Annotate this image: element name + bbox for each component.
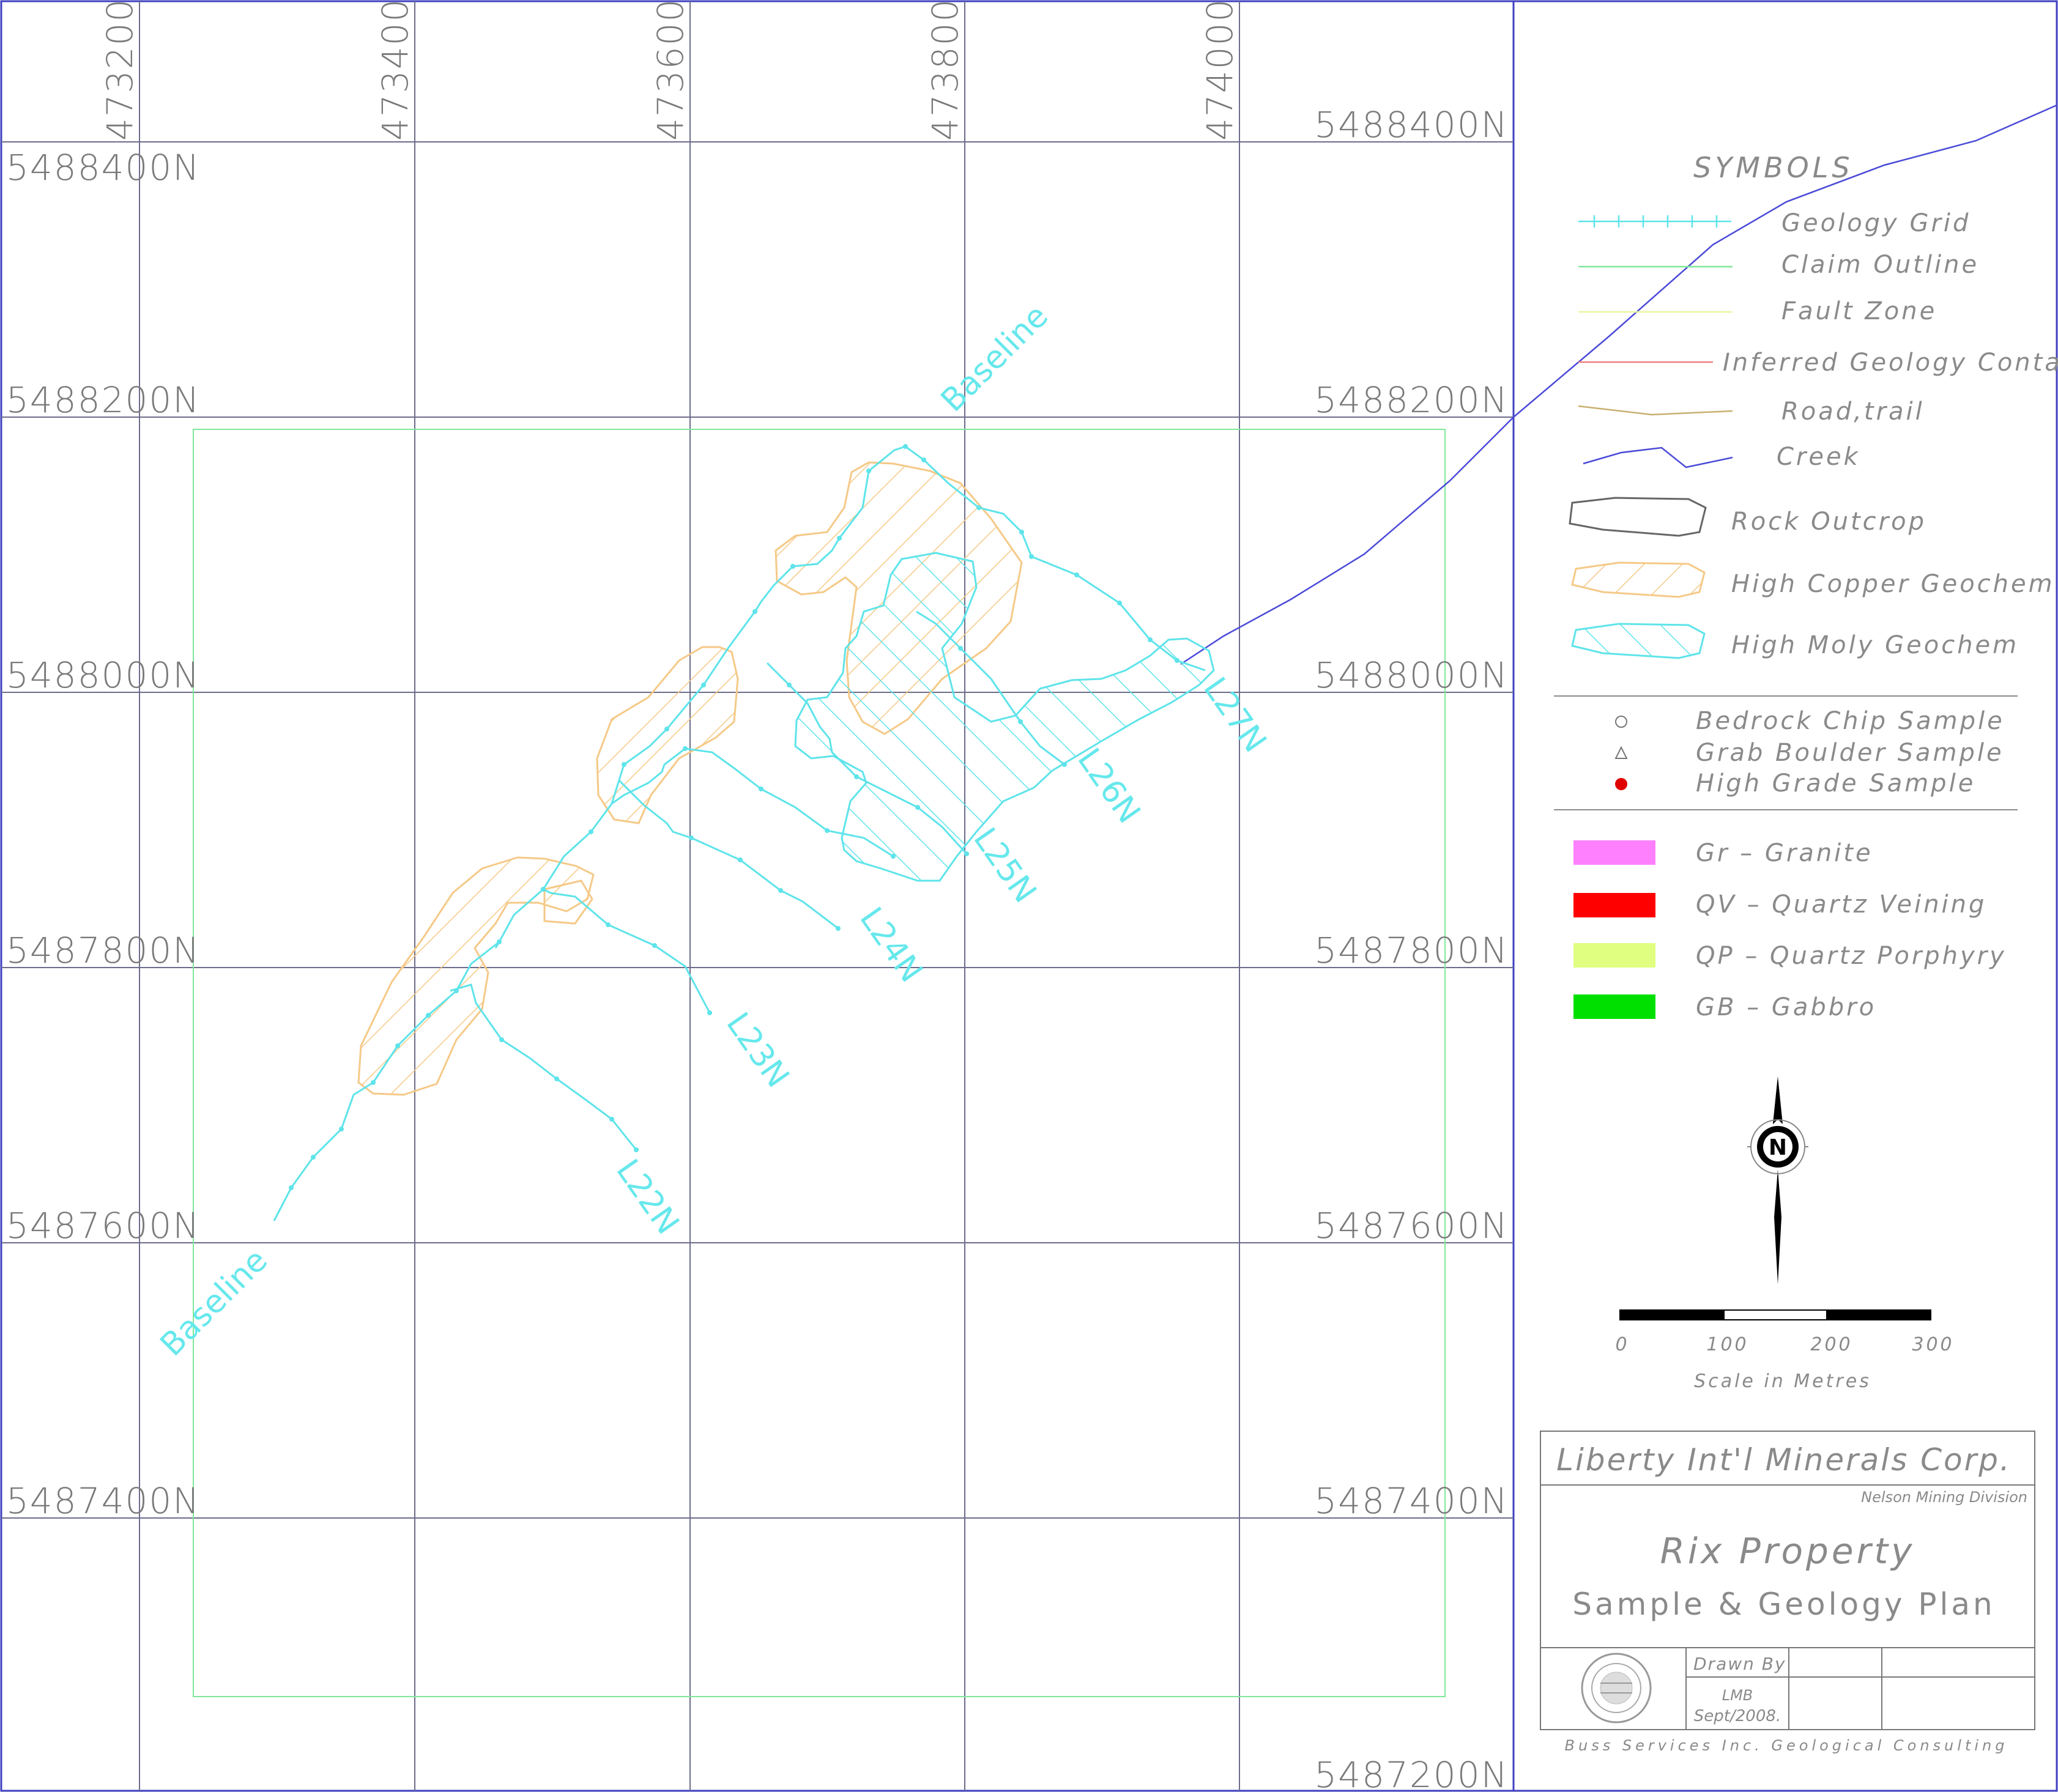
rock-unit-label: QV – Quartz Veining bbox=[1696, 890, 1986, 919]
scale-bar: 0 100 200 300 Scale in Metres bbox=[1615, 1309, 1954, 1392]
northing-label: 5487600N bbox=[6, 1205, 201, 1246]
drawn-by-label: Drawn By bbox=[1693, 1654, 1786, 1674]
northing-label: 5487600N bbox=[1314, 1205, 1509, 1246]
company-name: Liberty Int'l Minerals Corp. bbox=[1556, 1442, 2012, 1478]
easting-label: 473400E bbox=[374, 0, 416, 141]
map-sheet: 473200E 473400E 473600E 473800E 474000E … bbox=[0, 0, 2058, 1792]
northing-label: 5487800N bbox=[6, 930, 201, 971]
sample-item: Grab Boulder Sample bbox=[1696, 739, 2004, 767]
moly-geochem-symbol bbox=[1571, 623, 1706, 659]
consultant-credit: Buss Services Inc. Geological Consulting bbox=[1565, 1737, 2008, 1754]
baseline-label: Baseline bbox=[934, 298, 1055, 419]
line-label-l23n: L23N bbox=[719, 1006, 796, 1094]
high-grade-icon bbox=[1615, 778, 1627, 790]
sample-item: Bedrock Chip Sample bbox=[1696, 707, 2005, 735]
gabbro-swatch bbox=[1573, 994, 1655, 1019]
north-label: N bbox=[1769, 1135, 1787, 1160]
rock-unit-label: GB – Gabbro bbox=[1696, 993, 1876, 1021]
baseline-label: Baseline bbox=[154, 1242, 275, 1363]
northing-label: 5488400N bbox=[1314, 104, 1509, 146]
mining-division: Nelson Mining Division bbox=[1861, 1489, 2027, 1506]
map-canvas: 473200E 473400E 473600E 473800E 474000E … bbox=[0, 0, 2058, 1792]
legend-item: Rock Outcrop bbox=[1731, 508, 1926, 536]
granite-swatch bbox=[1573, 840, 1655, 865]
easting-label: 473200E bbox=[99, 0, 141, 141]
line-label-l22n: L22N bbox=[609, 1153, 686, 1241]
sample-item: High Grade Sample bbox=[1696, 769, 1975, 798]
easting-label: 473800E bbox=[924, 0, 966, 141]
quartz-porphyry-swatch bbox=[1573, 943, 1655, 968]
professional-seal-icon bbox=[1581, 1653, 1652, 1724]
scale-tick: 300 bbox=[1912, 1334, 1954, 1355]
easting-labels: 473200E 473400E 473600E 473800E 474000E bbox=[99, 0, 1241, 141]
northing-label: 5488400N bbox=[6, 147, 201, 188]
easting-label: 474000E bbox=[1199, 0, 1241, 141]
grab-boulder-icon bbox=[1614, 746, 1628, 759]
rock-unit-label: QP – Quartz Porphyry bbox=[1696, 942, 2007, 970]
rock-unit-label: Gr – Granite bbox=[1696, 839, 1873, 867]
legend-item: Geology Grid bbox=[1781, 209, 1971, 237]
line-label-l26n: L26N bbox=[1070, 742, 1147, 830]
survey-line-labels: Baseline Baseline L22N L23N L24N L25N L2… bbox=[154, 298, 1274, 1363]
legend-item: Creek bbox=[1777, 443, 1860, 471]
line-label-l25n: L25N bbox=[966, 821, 1043, 909]
legend: SYMBOLS Geology Grid Claim Outline Fault… bbox=[1554, 151, 2058, 1021]
easting-label: 473600E bbox=[650, 0, 691, 141]
geology-grid-lines bbox=[273, 445, 1206, 1221]
northing-label: 5487400N bbox=[1314, 1480, 1509, 1522]
northing-labels-right: 5488400N 5488200N 5488000N 5487800N 5487… bbox=[1314, 104, 1509, 1792]
legend-item: Fault Zone bbox=[1781, 297, 1937, 325]
creek-line bbox=[1180, 417, 1514, 665]
legend-item: Inferred Geology Contact bbox=[1723, 349, 2058, 377]
legend-item: High Moly Geochem bbox=[1731, 631, 2019, 659]
copper-geochem-symbol bbox=[1571, 561, 1706, 598]
legend-title: SYMBOLS bbox=[1693, 151, 1854, 184]
legend-item: Claim Outline bbox=[1781, 251, 1979, 279]
scale-tick: 0 bbox=[1615, 1334, 1629, 1355]
northing-label: 5487200N bbox=[1314, 1754, 1509, 1792]
creek-symbol bbox=[1583, 446, 1733, 468]
rock-outcrop-symbol bbox=[1569, 497, 1707, 537]
plan-title: Sample & Geology Plan bbox=[1572, 1587, 1995, 1622]
scale-tick: 100 bbox=[1706, 1334, 1748, 1355]
northing-label: 5488200N bbox=[6, 379, 201, 421]
bedrock-chip-icon bbox=[1615, 716, 1627, 728]
legend-item: High Copper Geochem bbox=[1731, 570, 2055, 598]
line-label-l24n: L24N bbox=[852, 901, 929, 989]
road-trail-symbol bbox=[1578, 405, 1733, 416]
map-area: 473200E 473400E 473600E 473800E 474000E … bbox=[1, 0, 1514, 1792]
northing-label: 5488200N bbox=[1314, 379, 1509, 421]
coordinate-grid bbox=[1, 1, 1514, 1791]
quartz-veining-swatch bbox=[1573, 893, 1655, 917]
northing-label: 5487800N bbox=[1314, 930, 1509, 971]
property-name: Rix Property bbox=[1660, 1530, 1915, 1572]
drawn-by-value: LMB bbox=[1722, 1687, 1753, 1704]
northing-label: 5488000N bbox=[1314, 654, 1509, 696]
legend-item: Road,trail bbox=[1781, 398, 1925, 426]
scale-tick: 200 bbox=[1810, 1334, 1852, 1355]
northing-label: 5488000N bbox=[6, 654, 201, 696]
drawn-date: Sept/2008. bbox=[1694, 1707, 1781, 1725]
north-arrow-icon: N bbox=[1747, 1076, 1808, 1284]
northing-label: 5487400N bbox=[6, 1480, 201, 1522]
line-label-l27n: L27N bbox=[1196, 671, 1273, 759]
title-block: Liberty Int'l Minerals Corp. Nelson Mini… bbox=[1540, 1431, 2035, 1754]
northing-labels-left: 5488400N 5488200N 5488000N 5487800N 5487… bbox=[6, 147, 201, 1522]
scale-caption: Scale in Metres bbox=[1694, 1371, 1871, 1392]
